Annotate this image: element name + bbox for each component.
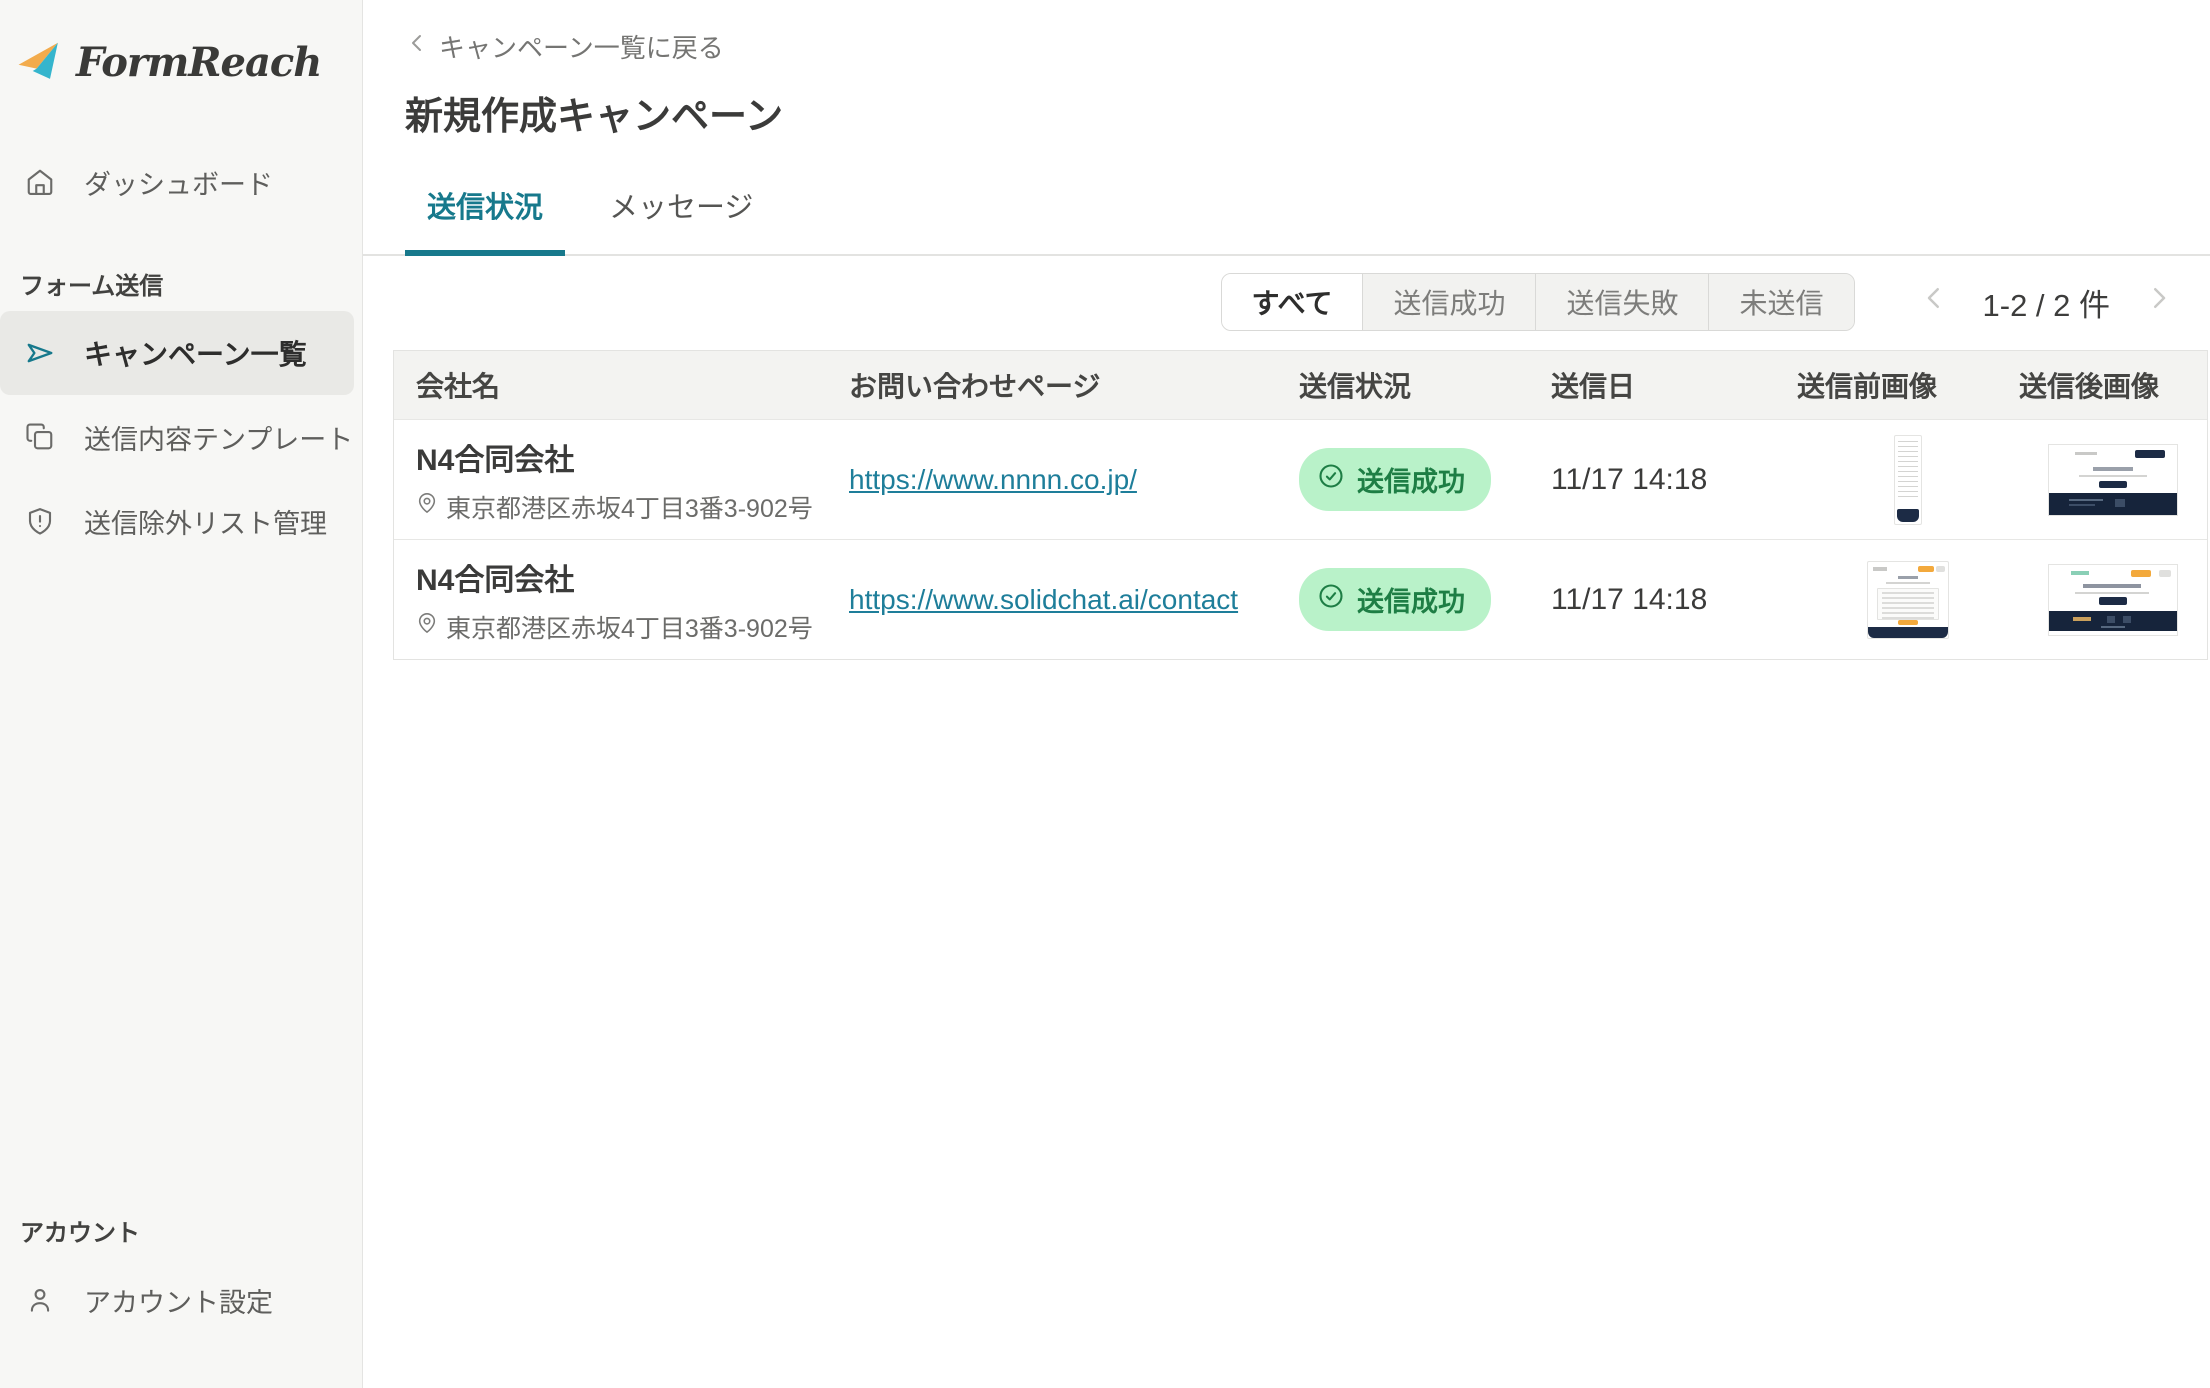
contact-page-link[interactable]: https://www.nnnn.co.jp/ bbox=[849, 464, 1137, 495]
sidebar-item-label: 送信除外リスト管理 bbox=[84, 502, 327, 541]
table-header-row: 会社名 お問い合わせページ 送信状況 送信日 送信前画像 送信後画像 bbox=[394, 351, 2207, 419]
before-image-thumbnail[interactable] bbox=[1867, 561, 1949, 639]
filter-success-button[interactable]: 送信成功 bbox=[1363, 274, 1536, 330]
main-content: キャンペーン一覧に戻る 新規作成キャンペーン 送信状況 メッセージ すべて 送信… bbox=[363, 0, 2210, 1388]
map-pin-icon bbox=[416, 492, 438, 521]
after-image-thumbnail[interactable] bbox=[2048, 564, 2178, 636]
pagination: 1-2 / 2 件 bbox=[1919, 280, 2175, 325]
logo[interactable]: FormReach bbox=[0, 36, 362, 88]
filter-unsent-button[interactable]: 未送信 bbox=[1709, 274, 1853, 330]
column-header-company: 会社名 bbox=[394, 365, 849, 405]
prev-page-button[interactable] bbox=[1919, 283, 1949, 321]
sidebar: FormReach ダッシュボード フォーム送信 bbox=[0, 0, 363, 1388]
company-address: 東京都港区赤坂4丁目3番3-902号 bbox=[446, 609, 813, 645]
after-image-thumbnail[interactable] bbox=[2048, 444, 2178, 516]
logo-text: FormReach bbox=[76, 39, 321, 86]
sidebar-item-label: 送信内容テンプレート bbox=[84, 418, 353, 457]
tab-message[interactable]: メッセージ bbox=[587, 184, 775, 256]
send-status-table: 会社名 お問い合わせページ 送信状況 送信日 送信前画像 送信後画像 N4合同会… bbox=[393, 350, 2208, 660]
check-circle-icon bbox=[1317, 462, 1345, 497]
shield-alert-icon bbox=[24, 505, 56, 537]
pagination-count: 1-2 / 2 件 bbox=[1983, 280, 2111, 325]
sidebar-item-label: ダッシュボード bbox=[84, 163, 273, 202]
sidebar-item-account-settings[interactable]: アカウント設定 bbox=[0, 1258, 354, 1342]
sent-date: 11/17 14:18 bbox=[1551, 583, 1707, 616]
sidebar-account-section: アカウント アカウント設定 bbox=[0, 1171, 362, 1388]
filter-all-button[interactable]: すべて bbox=[1222, 274, 1364, 330]
page-title: 新規作成キャンペーン bbox=[405, 85, 2210, 140]
column-header-date: 送信日 bbox=[1551, 365, 1797, 405]
column-header-contact-page: お問い合わせページ bbox=[849, 365, 1299, 405]
app-window: FormReach ダッシュボード フォーム送信 bbox=[0, 0, 2210, 1388]
back-link-label: キャンペーン一覧に戻る bbox=[439, 28, 724, 65]
send-icon bbox=[24, 337, 56, 369]
contact-page-link[interactable]: https://www.solidchat.ai/contact bbox=[849, 584, 1238, 615]
sidebar-item-label: アカウント設定 bbox=[84, 1281, 273, 1320]
sidebar-item-send-template[interactable]: 送信内容テンプレート bbox=[0, 395, 354, 479]
before-image-thumbnail[interactable] bbox=[1894, 435, 1922, 525]
tab-send-status[interactable]: 送信状況 bbox=[405, 184, 565, 256]
map-pin-icon bbox=[416, 612, 438, 641]
column-header-after-image: 送信後画像 bbox=[2019, 365, 2207, 405]
paper-plane-logo-icon bbox=[16, 38, 62, 87]
column-header-before-image: 送信前画像 bbox=[1797, 365, 2019, 405]
tab-bar: 送信状況 メッセージ bbox=[363, 184, 2210, 256]
status-badge: 送信成功 bbox=[1299, 568, 1491, 631]
filter-failure-button[interactable]: 送信失敗 bbox=[1536, 274, 1709, 330]
user-icon bbox=[24, 1284, 56, 1316]
company-name: N4合同会社 bbox=[416, 555, 849, 599]
sidebar-item-label: キャンペーン一覧 bbox=[84, 333, 307, 373]
next-page-button[interactable] bbox=[2144, 283, 2174, 321]
status-badge: 送信成功 bbox=[1299, 448, 1491, 511]
back-to-campaign-list-link[interactable]: キャンペーン一覧に戻る bbox=[405, 28, 724, 65]
table-row: N4合同会社 東京都港区赤坂4丁目3番3-902号 https://www.so… bbox=[394, 539, 2207, 659]
chevron-left-icon bbox=[405, 31, 429, 62]
sidebar-item-exclusion-list[interactable]: 送信除外リスト管理 bbox=[0, 479, 354, 563]
sidebar-item-campaign-list[interactable]: キャンペーン一覧 bbox=[0, 311, 354, 395]
sidebar-nav: ダッシュボード フォーム送信 キャンペーン一覧 送信内容 bbox=[0, 140, 362, 563]
table-row: N4合同会社 東京都港区赤坂4丁目3番3-902号 https://www.nn… bbox=[394, 419, 2207, 539]
column-header-status: 送信状況 bbox=[1299, 365, 1551, 405]
check-circle-icon bbox=[1317, 582, 1345, 617]
home-icon bbox=[24, 166, 56, 198]
company-address: 東京都港区赤坂4丁目3番3-902号 bbox=[446, 489, 813, 525]
copy-icon bbox=[24, 421, 56, 453]
sidebar-section-form: フォーム送信 bbox=[0, 266, 362, 301]
toolbar: すべて 送信成功 送信失敗 未送信 1-2 / 2 件 bbox=[363, 272, 2210, 332]
status-filter-group: すべて 送信成功 送信失敗 未送信 bbox=[1221, 273, 1855, 331]
sidebar-section-account: アカウント bbox=[0, 1213, 362, 1248]
sidebar-item-dashboard[interactable]: ダッシュボード bbox=[0, 140, 354, 224]
sent-date: 11/17 14:18 bbox=[1551, 463, 1707, 496]
company-name: N4合同会社 bbox=[416, 435, 849, 479]
